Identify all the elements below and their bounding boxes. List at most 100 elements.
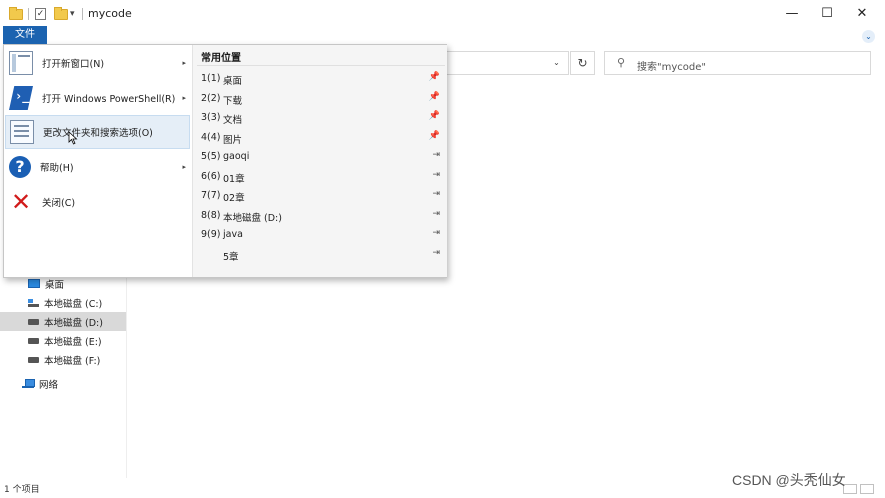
recent-locations-title: 常用位置: [201, 53, 241, 64]
unpinned-icon[interactable]: ⇥: [432, 209, 440, 219]
maximize-button[interactable]: ☐: [810, 0, 844, 28]
recent-item[interactable]: 2(2) 下载 📌: [193, 89, 448, 108]
recent-item-name: java: [223, 229, 243, 240]
status-item-count: 1 个项目: [4, 485, 40, 495]
recent-item-name: gaoqi: [223, 151, 250, 162]
drive-icon: [28, 337, 39, 344]
nav-item-label: 本地磁盘 (F:): [44, 355, 101, 367]
network-icon: [22, 378, 35, 389]
nav-item-label: 本地磁盘 (D:): [44, 317, 103, 329]
recent-item-name: 下载: [223, 96, 243, 107]
recent-item-number: 3(3): [201, 112, 221, 123]
help-icon: ?: [9, 156, 31, 178]
recent-item-number: 2(2): [201, 93, 221, 104]
address-dropdown-button[interactable]: ⌄: [545, 51, 569, 75]
recent-item-name: 01章: [223, 174, 245, 185]
recent-item-number: 4(4): [201, 132, 221, 143]
help-icon[interactable]: [846, 29, 860, 43]
pinned-icon[interactable]: 📌: [429, 111, 440, 121]
drive-icon: [28, 318, 39, 325]
window-title: mycode: [88, 7, 132, 20]
toolbar-divider: [28, 8, 29, 20]
nav-item-network[interactable]: 网络: [0, 374, 126, 393]
search-box[interactable]: ⚲ 搜索"mycode": [604, 51, 871, 75]
navigation-pane: 桌面 本地磁盘 (C:) 本地磁盘 (D:) 本地磁盘 (E:) 本地磁盘 (F…: [0, 278, 127, 478]
unpinned-icon[interactable]: ⇥: [432, 248, 440, 258]
menu-help[interactable]: ? 帮助(H) ▸: [5, 150, 190, 184]
recent-item-number: 1(1): [201, 73, 221, 84]
nav-item-label: 桌面: [45, 279, 65, 291]
address-bar[interactable]: [447, 51, 545, 75]
minimize-button[interactable]: —: [775, 0, 809, 28]
new-window-icon: [9, 51, 33, 75]
menu-folder-options[interactable]: 更改文件夹和搜索选项(O): [5, 115, 190, 149]
properties-icon[interactable]: ✓: [35, 6, 46, 22]
menu-item-label: 更改文件夹和搜索选项(O): [43, 128, 153, 139]
recent-item-name: 02章: [223, 193, 245, 204]
file-menu-commands: 打开新窗口(N) ▸ 打开 Windows PowerShell(R) ▸ 更改…: [4, 45, 191, 277]
recent-item-number: 8(8): [201, 210, 221, 221]
nav-item-drive-d[interactable]: 本地磁盘 (D:): [0, 312, 126, 331]
powershell-icon: [9, 86, 33, 110]
menu-item-label: 关闭(C): [42, 198, 76, 209]
title-bar: ✓ ▾ mycode — ☐ ✕: [0, 0, 885, 28]
large-icons-view-icon[interactable]: [860, 484, 874, 494]
pinned-icon[interactable]: 📌: [429, 131, 440, 141]
file-explorer-window: ✓ ▾ mycode — ☐ ✕ 文件 ⌄ ⌄ ↻ ⚲ 搜索"mycode" 桌…: [0, 0, 885, 498]
quick-access-folder-icon[interactable]: [9, 6, 23, 22]
folder-options-icon: [10, 120, 34, 144]
submenu-arrow-icon: ▸: [182, 163, 186, 171]
menu-open-powershell[interactable]: 打开 Windows PowerShell(R) ▸: [5, 81, 190, 115]
pinned-icon[interactable]: 📌: [429, 72, 440, 82]
file-menu: 打开新窗口(N) ▸ 打开 Windows PowerShell(R) ▸ 更改…: [3, 44, 447, 278]
drive-icon: [28, 356, 39, 363]
mouse-cursor-icon: [68, 131, 78, 145]
recent-item[interactable]: 5(5) gaoqi ⇥: [193, 147, 448, 166]
nav-item-drive-e[interactable]: 本地磁盘 (E:): [0, 331, 126, 350]
unpinned-icon[interactable]: ⇥: [432, 170, 440, 180]
recent-locations-panel: 常用位置 1(1) 桌面 📌 2(2) 下载 📌 3(3) 文档 📌 4(4) …: [192, 45, 447, 277]
nav-item-label: 本地磁盘 (C:): [44, 298, 103, 310]
recent-item[interactable]: 3(3) 文档 📌: [193, 108, 448, 127]
recent-item-name: 桌面: [223, 76, 243, 87]
recent-item[interactable]: 1(1) 桌面 📌: [193, 69, 448, 88]
pinned-icon[interactable]: 📌: [429, 92, 440, 102]
recent-item-name: 5章: [223, 252, 239, 263]
recent-item[interactable]: 6(6) 01章 ⇥: [193, 167, 448, 186]
recent-item-name: 文档: [223, 115, 243, 126]
refresh-button[interactable]: ↻: [570, 51, 595, 75]
recent-item[interactable]: 5章 ⇥: [193, 245, 448, 264]
unpinned-icon[interactable]: ⇥: [432, 150, 440, 160]
menu-close[interactable]: ✕ 关闭(C): [5, 185, 190, 219]
tab-file[interactable]: 文件: [3, 26, 47, 44]
recent-item[interactable]: 9(9) java ⇥: [193, 225, 448, 244]
ribbon-bar: [0, 28, 885, 44]
submenu-arrow-icon: ▸: [182, 94, 186, 102]
watermark: CSDN @头秃仙女: [732, 472, 846, 488]
expand-ribbon-chevron-icon[interactable]: ⌄: [862, 30, 875, 43]
unpinned-icon[interactable]: ⇥: [432, 228, 440, 238]
recent-item-name: 本地磁盘 (D:): [223, 213, 282, 224]
recent-item[interactable]: 4(4) 图片 📌: [193, 128, 448, 147]
toolbar-divider: [82, 8, 83, 20]
menu-item-label: 打开新窗口(N): [42, 59, 105, 70]
recent-item[interactable]: 7(7) 02章 ⇥: [193, 186, 448, 205]
close-window-button[interactable]: ✕: [845, 0, 879, 28]
customize-quick-access-icon[interactable]: ▾: [70, 6, 75, 22]
nav-item-label: 本地磁盘 (E:): [44, 336, 102, 348]
recent-item[interactable]: 8(8) 本地磁盘 (D:) ⇥: [193, 206, 448, 225]
system-drive-icon: [28, 298, 39, 307]
recent-item-number: 7(7): [201, 190, 221, 201]
unpinned-icon[interactable]: ⇥: [432, 189, 440, 199]
menu-item-label: 打开 Windows PowerShell(R): [42, 94, 176, 105]
recent-item-number: 6(6): [201, 171, 221, 182]
nav-item-label: 网络: [39, 379, 59, 391]
new-folder-icon[interactable]: [54, 6, 68, 22]
nav-item-drive-f[interactable]: 本地磁盘 (F:): [0, 350, 126, 369]
search-input[interactable]: 搜索"mycode": [637, 58, 706, 73]
search-icon: ⚲: [617, 56, 626, 69]
menu-open-new-window[interactable]: 打开新窗口(N) ▸: [5, 46, 190, 80]
nav-item-drive-c[interactable]: 本地磁盘 (C:): [0, 293, 126, 312]
view-toggle-buttons[interactable]: [843, 484, 879, 496]
menu-item-label: 帮助(H): [40, 163, 74, 174]
